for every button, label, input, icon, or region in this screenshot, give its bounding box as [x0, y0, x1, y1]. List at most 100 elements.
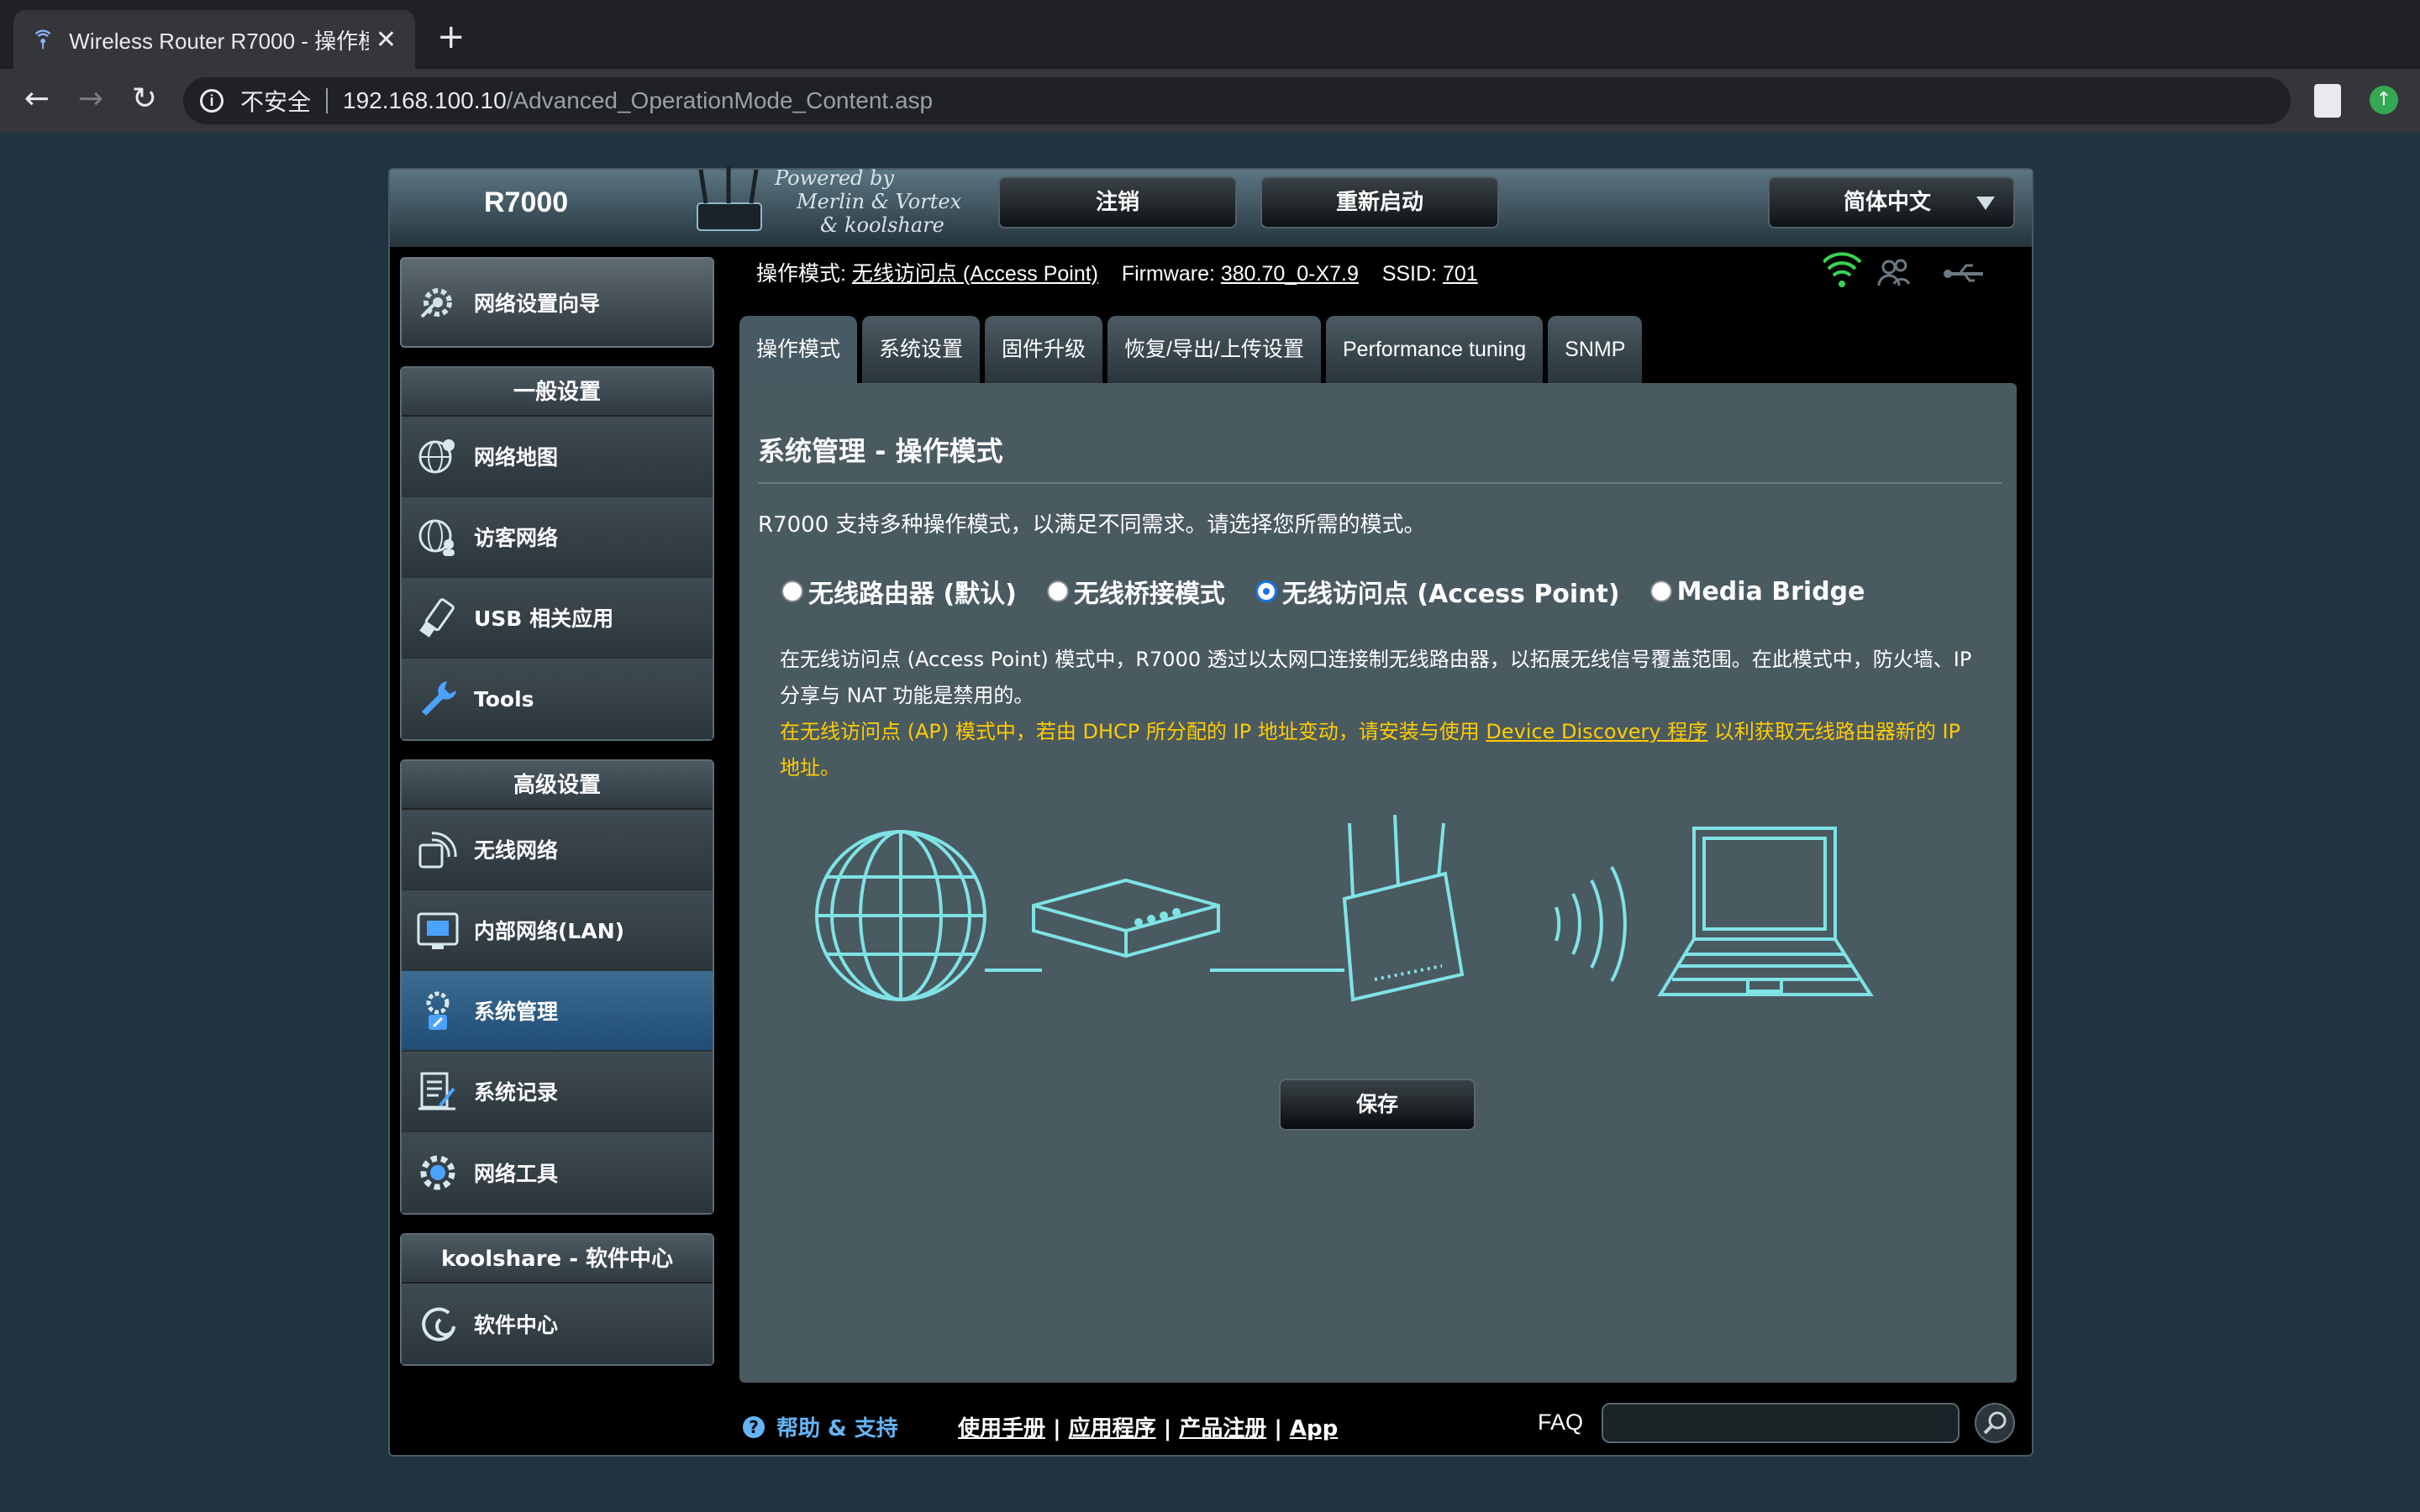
usb-status-icon[interactable] [1944, 264, 1983, 282]
tab-snmp[interactable]: SNMP [1548, 316, 1643, 383]
mode-option-media-bridge[interactable]: Media Bridge [1649, 573, 1865, 610]
faq-search-button[interactable] [1975, 1403, 2015, 1443]
logout-button[interactable]: 注销 [998, 176, 1237, 228]
sidebar-item-guest-network[interactable]: 访客网络 [402, 497, 713, 578]
wireless-waves-icon [1555, 866, 1627, 982]
mode-label-router: 无线路由器 (默认) [808, 580, 1017, 609]
wireless-favicon-icon [34, 29, 51, 50]
sidebar-item-system-log[interactable]: 系统记录 [402, 1052, 713, 1132]
sidebar-item-administration[interactable]: 系统管理 [402, 971, 713, 1052]
help-support[interactable]: ? 帮助 & 支持 [743, 1411, 898, 1442]
gear-icon [420, 1155, 455, 1190]
mode-value-link[interactable]: 无线访问点 (Access Point) [852, 262, 1098, 286]
browser-tab-title: Wireless Router R7000 - 操作模式 [69, 28, 369, 54]
save-button[interactable]: 保存 [1279, 1079, 1476, 1131]
manual-link[interactable]: 使用手册 [958, 1416, 1045, 1441]
sidebar-label-guest-network: 访客网络 [474, 526, 559, 550]
radio-media-bridge[interactable] [1649, 580, 1672, 602]
tab-operation-mode[interactable]: 操作模式 [739, 316, 858, 383]
wifi-status-icon[interactable] [1823, 252, 1862, 287]
faq-search-input[interactable] [1602, 1403, 1960, 1443]
radio-router[interactable] [781, 580, 803, 602]
setup-wizard-button[interactable]: 网络设置向导 [400, 257, 714, 348]
search-icon [1983, 1411, 2007, 1435]
sidebar-label-system-log: 系统记录 [474, 1080, 559, 1105]
forward-button[interactable]: → [72, 81, 109, 118]
radio-repeater[interactable] [1046, 580, 1069, 602]
tab-system[interactable]: 系统设置 [862, 316, 981, 383]
log-icon [418, 1072, 455, 1110]
mode-option-repeater[interactable]: 无线桥接模式 [1046, 573, 1225, 610]
browser-tab[interactable]: Wireless Router R7000 - 操作模式 ✕ [13, 10, 415, 69]
registration-link[interactable]: 产品注册 [1179, 1416, 1266, 1441]
device-discovery-link[interactable]: Device Discovery 程序 [1486, 720, 1707, 743]
mode-description: 在无线访问点 (Access Point) 模式中，R7000 透过以太网口连接… [780, 648, 1972, 707]
ssid-value-link[interactable]: 701 [1443, 262, 1478, 286]
page-title: 系统管理 - 操作模式 [758, 435, 1003, 467]
url-path: /Advanced_OperationMode_Content.asp [506, 87, 934, 113]
mode-label-repeater: 无线桥接模式 [1073, 580, 1225, 609]
radio-access-point[interactable] [1255, 580, 1277, 602]
sidebar-item-lan[interactable]: 内部网络(LAN) [402, 890, 713, 971]
advanced-settings-menu: 高级设置 无线网络 内部网络(LAN) 系统管理 系统记录 网络工具 [400, 759, 714, 1215]
reload-button[interactable]: ↻ [126, 81, 163, 118]
wrench-icon [422, 681, 456, 716]
mode-option-access-point[interactable]: 无线访问点 (Access Point) [1255, 573, 1620, 610]
sidebar-label-lan: 内部网络(LAN) [474, 919, 625, 943]
sidebar-item-software-center[interactable]: 软件中心 [402, 1284, 713, 1364]
security-label: 不安全 [240, 89, 312, 115]
app-link[interactable]: App [1290, 1416, 1338, 1441]
reboot-button[interactable]: 重新启动 [1260, 176, 1499, 228]
sidebar-label-tools: Tools [474, 686, 534, 711]
sidebar-item-network-tools[interactable]: 网络工具 [402, 1132, 713, 1213]
wireless-icon [418, 832, 457, 869]
update-extension-icon[interactable]: ↑ [2370, 86, 2398, 114]
sidebar-item-wireless[interactable]: 无线网络 [402, 810, 713, 890]
general-settings-menu: 一般设置 网络地图 访客网络 USB 相关应用 Tools [400, 366, 714, 741]
new-tab-button[interactable]: + [437, 20, 466, 54]
page-description: R7000 支持多种操作模式，以满足不同需求。请选择您所需的模式。 [758, 512, 1426, 538]
address-divider [326, 88, 329, 113]
page-tabs: 操作模式 系统设置 固件升级 恢复/导出/上传设置 Performance tu… [739, 316, 1643, 383]
faq-label: FAQ [1538, 1410, 1584, 1435]
koolshare-title: koolshare - 软件中心 [402, 1235, 713, 1284]
status-bar: 操作模式: 无线访问点 (Access Point) Firmware: 380… [756, 257, 1478, 287]
language-select[interactable]: 简体中文 [1768, 176, 2015, 228]
url-host: 192.168.100.10 [343, 87, 507, 113]
mode-option-router[interactable]: 无线路由器 (默认) [781, 573, 1017, 610]
router-logo-icon [697, 166, 762, 231]
address-bar[interactable]: i 不安全 192.168.100.10 /Advanced_Operation… [183, 77, 2291, 124]
wizard-gear-icon [420, 288, 452, 318]
sidebar-item-tools[interactable]: Tools [402, 659, 713, 739]
close-tab-icon[interactable]: ✕ [376, 25, 397, 55]
router-model: R7000 [484, 186, 569, 218]
globe-pin-icon [418, 439, 455, 474]
clients-icon[interactable] [1877, 259, 1911, 286]
access-point-diagram [815, 814, 1874, 1002]
tab-restore-save[interactable]: 恢复/导出/上传设置 [1107, 316, 1321, 383]
sidebar-label-network-tools: 网络工具 [474, 1162, 559, 1186]
sidebar-item-usb[interactable]: USB 相关应用 [402, 578, 713, 659]
powered-by-line3: & koolshare [820, 213, 944, 237]
general-settings-title: 一般设置 [402, 368, 713, 417]
mode-label: 操作模式: [756, 262, 846, 286]
powered-by-text: Powered by Merlin & Vortex & koolshare [775, 166, 961, 237]
mode-label-access-point: 无线访问点 (Access Point) [1281, 580, 1620, 609]
ap-warning-text: 在无线访问点 (AP) 模式中，若由 DHCP 所分配的 IP 地址变动，请安装… [780, 720, 1486, 743]
footer-links: 使用手册 | 应用程序 | 产品注册 | App [958, 1416, 1339, 1441]
tab-performance-tuning[interactable]: Performance tuning [1325, 316, 1544, 383]
utility-link[interactable]: 应用程序 [1069, 1416, 1156, 1441]
back-button[interactable]: ← [18, 81, 55, 118]
clipboard-extension-icon[interactable] [2314, 84, 2341, 118]
firmware-value-link[interactable]: 380.70_0-X7.9 [1221, 262, 1359, 286]
sidebar-label-usb: USB 相关应用 [474, 606, 614, 631]
info-icon[interactable]: i [200, 89, 224, 113]
guest-globe-icon [418, 519, 455, 556]
internet-globe-icon [815, 830, 986, 1001]
lan-icon [417, 912, 459, 949]
sidebar-item-network-map[interactable]: 网络地图 [402, 417, 713, 497]
usb-icon [419, 598, 455, 638]
chevron-down-icon [1976, 197, 1995, 210]
help-support-label: 帮助 & 支持 [776, 1416, 898, 1441]
tab-firmware-upgrade[interactable]: 固件升级 [985, 316, 1103, 383]
